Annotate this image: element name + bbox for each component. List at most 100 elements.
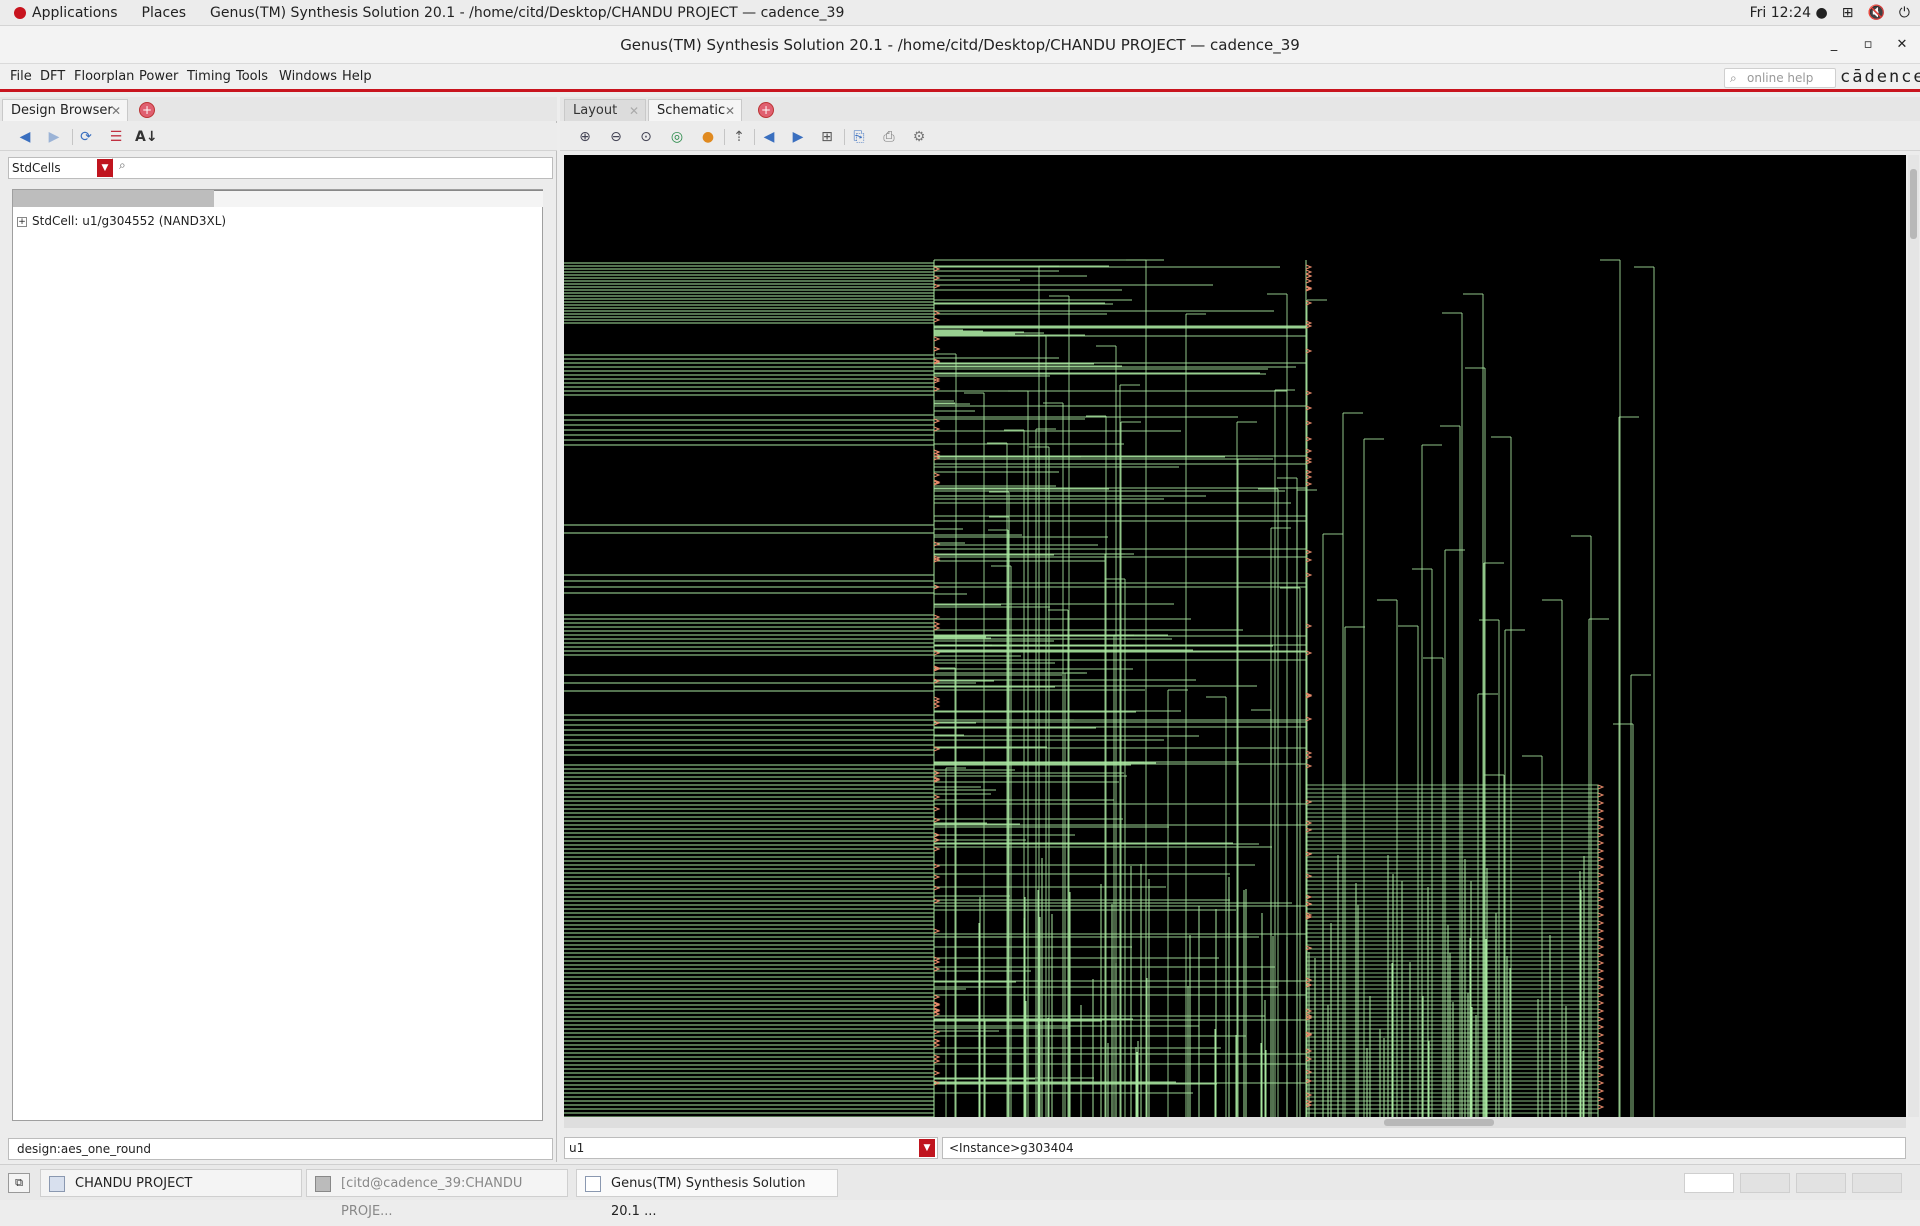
- minimize-button[interactable]: _: [1822, 26, 1846, 64]
- scroll-thumb[interactable]: [1384, 1119, 1494, 1126]
- places-label: Places: [141, 4, 187, 21]
- clock[interactable]: Fri 12:24 ●: [1750, 5, 1828, 21]
- menu-power[interactable]: Power: [139, 64, 178, 90]
- vertical-scrollbar[interactable]: [1908, 155, 1919, 1117]
- menu-dft[interactable]: DFT: [40, 64, 65, 90]
- tree-row-label: StdCell: u1/g304552 (NAND3XL): [32, 214, 227, 228]
- chevron-down-icon[interactable]: ▼: [919, 1139, 935, 1157]
- forward-icon[interactable]: ▶: [787, 127, 809, 147]
- instance-status: <Instance>g303404: [942, 1137, 1906, 1159]
- menu-tools[interactable]: Tools: [236, 64, 268, 90]
- sort-az-icon[interactable]: A↓: [135, 127, 158, 147]
- tab-design-browser[interactable]: Design Browser ✕: [2, 99, 128, 121]
- app-icon: [585, 1176, 601, 1192]
- back-icon[interactable]: ◀: [758, 127, 780, 147]
- fedora-icon: [14, 6, 26, 19]
- expand-icon[interactable]: +: [17, 216, 27, 227]
- workspace-4[interactable]: [1852, 1173, 1902, 1193]
- stop-icon[interactable]: ●: [697, 127, 719, 147]
- chevron-down-icon[interactable]: ▼: [97, 159, 113, 177]
- forward-arrow-icon[interactable]: ▶: [43, 127, 65, 147]
- task-label: CHANDU PROJECT: [75, 1176, 193, 1191]
- menu-file[interactable]: File: [10, 64, 32, 90]
- zoom-in-icon[interactable]: ⊕: [574, 127, 596, 147]
- window-title-bar: Genus(TM) Synthesis Solution 20.1 - /hom…: [0, 26, 1920, 64]
- tree-header-spacer: [214, 190, 543, 207]
- settings-icon[interactable]: ⚙: [908, 127, 930, 147]
- task-label: Genus(TM) Synthesis Solution 20.1 ...: [611, 1176, 806, 1219]
- refresh-icon[interactable]: ⟳: [75, 127, 97, 147]
- menu-floorplan[interactable]: Floorplan: [74, 64, 134, 90]
- tab-layout[interactable]: Layout ✕: [564, 99, 646, 121]
- toolbar-separator: [844, 129, 845, 145]
- task-label: [citd@cadence_39:CHANDU PROJE...: [341, 1176, 523, 1219]
- scroll-thumb[interactable]: [1910, 169, 1917, 239]
- tree-column-header[interactable]: [13, 190, 214, 207]
- toolbar-separator: [754, 129, 755, 145]
- workspace-3[interactable]: [1796, 1173, 1846, 1193]
- active-window-menu[interactable]: Genus(TM) Synthesis Solution 20.1 - /hom…: [210, 5, 844, 21]
- schematic-canvas[interactable]: [564, 155, 1906, 1117]
- back-arrow-icon[interactable]: ◀: [14, 127, 36, 147]
- hierarchy-select[interactable]: u1 ▼: [564, 1137, 938, 1159]
- close-tab-icon[interactable]: ✕: [629, 100, 639, 122]
- workspace-2[interactable]: [1740, 1173, 1790, 1193]
- zoom-fit-icon[interactable]: ⊙: [635, 127, 657, 147]
- menu-windows[interactable]: Windows: [279, 64, 337, 90]
- design-browser-panel: Design Browser ✕ + ◀ ▶ ⟳ ☰ A↓ StdCells ▼…: [0, 97, 557, 1162]
- zoom-out-icon[interactable]: ⊖: [605, 127, 627, 147]
- taskbar: ⧉ CHANDU PROJECT [citd@cadence_39:CHANDU…: [0, 1164, 1920, 1219]
- task-genus[interactable]: Genus(TM) Synthesis Solution 20.1 ...: [576, 1169, 838, 1219]
- close-tab-icon[interactable]: ✕: [725, 100, 735, 122]
- menu-timing[interactable]: Timing: [187, 64, 231, 90]
- tab-label: Schematic: [657, 103, 726, 118]
- up-hierarchy-icon[interactable]: ⇡: [728, 127, 750, 147]
- hierarchy-value: u1: [569, 1141, 585, 1155]
- horizontal-scrollbar[interactable]: [564, 1117, 1906, 1128]
- tab-label: Design Browser: [11, 103, 113, 118]
- zoom-area-icon[interactable]: ◎: [666, 127, 688, 147]
- menu-help[interactable]: Help: [342, 64, 372, 90]
- toolbar-separator: [72, 129, 73, 145]
- schematic-drawing: [564, 259, 1655, 1117]
- print-icon[interactable]: ⎙: [878, 127, 900, 147]
- menu-bar: File DFT Floorplan Power Timing Tools Wi…: [0, 64, 1920, 92]
- schematic-nets: [564, 259, 1655, 1117]
- design-tree: + StdCell: u1/g304552 (NAND3XL): [12, 189, 543, 1121]
- task-chandu-project[interactable]: CHANDU PROJECT: [40, 1169, 302, 1197]
- toolbar-separator: [724, 129, 725, 145]
- cell-filter[interactable]: StdCells ▼ ⌕: [8, 157, 553, 179]
- task-terminal[interactable]: [citd@cadence_39:CHANDU PROJE...: [306, 1169, 568, 1219]
- folder-icon: [49, 1176, 65, 1192]
- window-title: Genus(TM) Synthesis Solution 20.1 - /hom…: [620, 36, 1300, 54]
- maximize-button[interactable]: ▫: [1856, 26, 1880, 64]
- search-placeholder: online help: [1747, 71, 1814, 85]
- tree-row[interactable]: + StdCell: u1/g304552 (NAND3XL): [17, 213, 226, 229]
- close-tab-icon[interactable]: ✕: [111, 100, 121, 122]
- hierarchy-icon[interactable]: ☰: [105, 127, 127, 147]
- add-tab-icon[interactable]: +: [139, 102, 155, 118]
- places-menu[interactable]: Places: [142, 5, 187, 21]
- export-icon[interactable]: ⎘: [848, 127, 870, 147]
- right-tab-strip: Layout ✕ Schematic ✕ +: [560, 97, 1920, 121]
- left-tab-strip: Design Browser ✕ +: [0, 97, 557, 121]
- cadence-logo: cādence: [1840, 67, 1920, 87]
- show-desktop-icon[interactable]: ⧉: [8, 1173, 30, 1193]
- close-button[interactable]: ✕: [1890, 26, 1914, 64]
- add-tab-icon[interactable]: +: [758, 102, 774, 118]
- system-top-bar: Applications Places Genus(TM) Synthesis …: [0, 0, 1920, 26]
- active-window-label: Genus(TM) Synthesis Solution 20.1 - /hom…: [210, 4, 845, 21]
- volume-muted-icon[interactable]: 🔇: [1867, 5, 1884, 21]
- tab-label: Layout: [573, 103, 618, 118]
- applications-label: Applications: [32, 4, 118, 21]
- design-status-field: design:aes_one_round: [8, 1138, 553, 1160]
- tab-schematic[interactable]: Schematic ✕: [648, 99, 742, 121]
- schematic-toolbar: ⊕ ⊖ ⊙ ◎ ● ⇡ ◀ ▶ ⊞ ⎘ ⎙ ⚙: [560, 123, 1920, 151]
- layout-icon[interactable]: ⊞: [816, 127, 838, 147]
- network-icon[interactable]: ⊞: [1842, 5, 1854, 21]
- search-icon: ⌕: [119, 158, 126, 172]
- online-help-search[interactable]: ⌕ online help: [1724, 68, 1836, 88]
- applications-menu[interactable]: Applications: [14, 5, 118, 21]
- workspace-1[interactable]: [1684, 1173, 1734, 1193]
- power-icon[interactable]: ⏻: [1899, 5, 1910, 21]
